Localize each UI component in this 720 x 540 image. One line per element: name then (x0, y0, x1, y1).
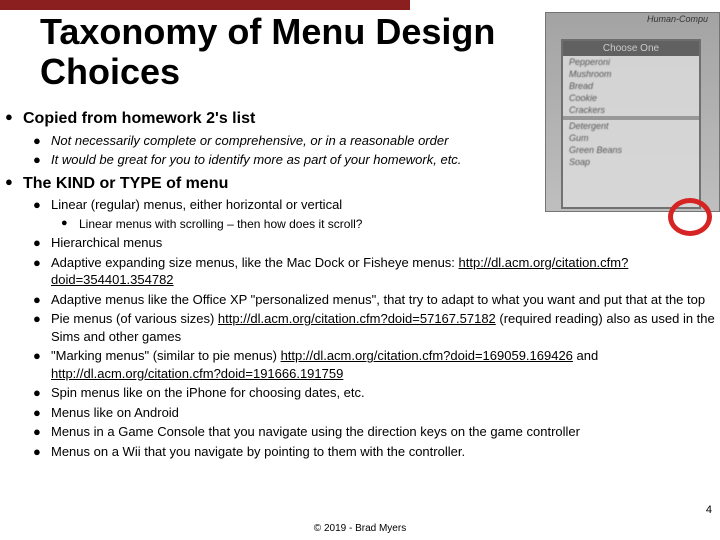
list-item: ● Adaptive expanding size menus, like th… (33, 254, 715, 289)
bullet-icon: ● (33, 196, 51, 214)
link-marking-2[interactable]: http://dl.acm.org/citation.cfm?doid=1916… (51, 366, 343, 381)
footer-copyright: © 2019 - Brad Myers (0, 523, 720, 534)
adaptive-text: Adaptive expanding size menus, like the … (51, 254, 715, 289)
bg-menu-header: Choose One (563, 41, 699, 56)
list-item: ● "Marking menus" (similar to pie menus)… (33, 347, 715, 382)
bullet-icon: ● (33, 151, 51, 169)
bullet-icon: ● (33, 234, 51, 252)
list-item: ● Adaptive menus like the Office XP "per… (33, 291, 715, 309)
slide-content: ● Copied from homework 2's list ● Not ne… (5, 108, 715, 463)
section-heading: Copied from homework 2's list (23, 108, 715, 130)
list-item: ● Hierarchical menus (33, 234, 715, 252)
bullet-icon: ● (33, 347, 51, 365)
accent-bar (0, 0, 410, 10)
link-marking-1[interactable]: http://dl.acm.org/citation.cfm?doid=1690… (281, 348, 573, 363)
bullet-icon: ● (33, 443, 51, 461)
list-item: ● The KIND or TYPE of menu (5, 173, 715, 195)
list-item: ● Not necessarily complete or comprehens… (33, 132, 715, 150)
page-number: 4 (706, 504, 712, 516)
bullet-icon: ● (33, 423, 51, 441)
list-item: ● Linear menus with scrolling – then how… (61, 216, 715, 232)
link-pie[interactable]: http://dl.acm.org/citation.cfm?doid=5716… (218, 311, 496, 326)
bullet-icon: ● (33, 291, 51, 309)
bullet-icon: ● (61, 216, 79, 231)
list-item: ● Spin menus like on the iPhone for choo… (33, 384, 715, 402)
bullet-icon: ● (33, 132, 51, 150)
list-item: ● Menus like on Android (33, 404, 715, 422)
bullet-icon: ● (33, 310, 51, 328)
list-item: ● Pie menus (of various sizes) http://dl… (33, 310, 715, 345)
list-item: ● Linear (regular) menus, either horizon… (33, 196, 715, 214)
bullet-icon: ● (33, 404, 51, 422)
bullet-icon: ● (5, 108, 23, 126)
list-item: ● Copied from homework 2's list (5, 108, 715, 130)
bullet-icon: ● (33, 254, 51, 272)
slide-title: Taxonomy of Menu Design Choices (40, 12, 540, 91)
bg-label: Human-Compu (647, 14, 708, 24)
marking-text: "Marking menus" (similar to pie menus) h… (51, 347, 715, 382)
list-item: ● Menus on a Wii that you navigate by po… (33, 443, 715, 461)
pie-text: Pie menus (of various sizes) http://dl.a… (51, 310, 715, 345)
list-item: ● It would be great for you to identify … (33, 151, 715, 169)
list-item: ● Menus in a Game Console that you navig… (33, 423, 715, 441)
bullet-icon: ● (33, 384, 51, 402)
bullet-icon: ● (5, 173, 23, 191)
section-heading: The KIND or TYPE of menu (23, 173, 715, 195)
